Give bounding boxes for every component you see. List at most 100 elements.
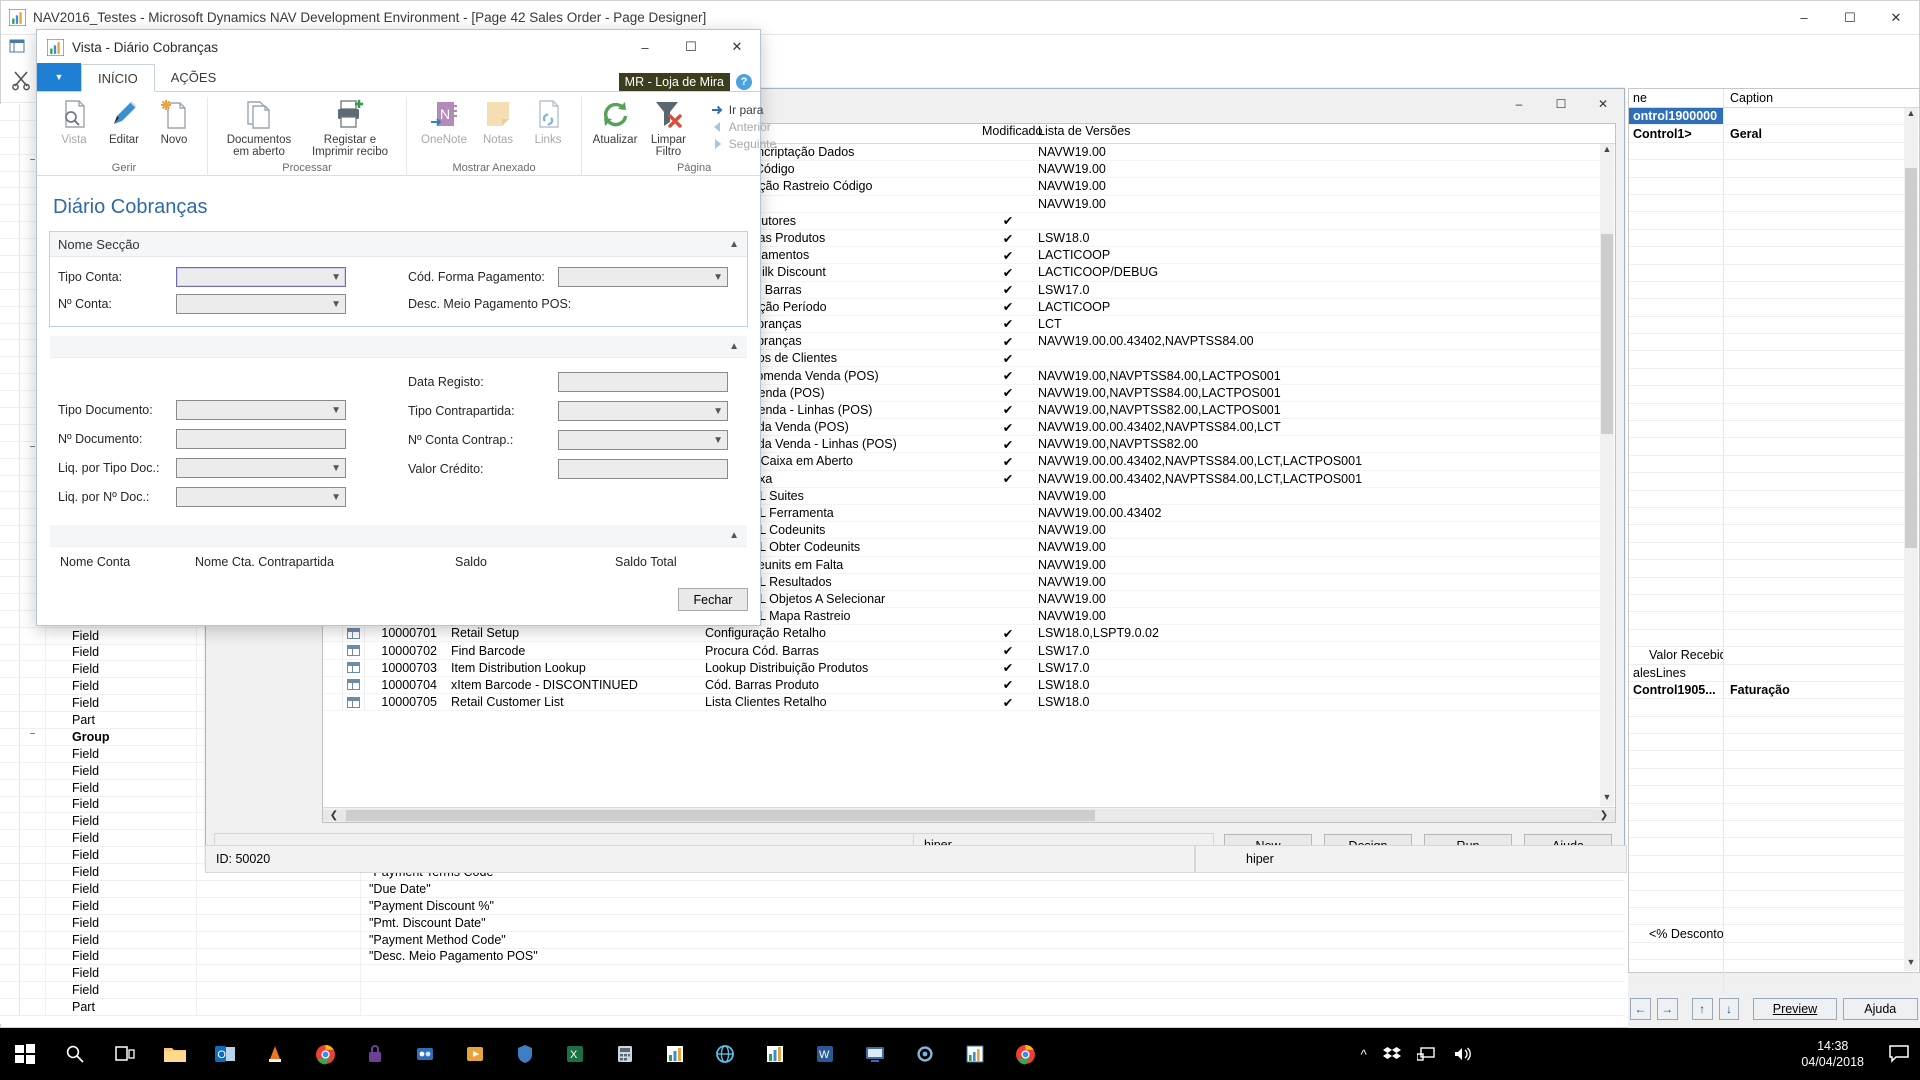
ribbon-button-ir-para[interactable]: Ir para — [711, 103, 776, 117]
property-row[interactable] — [1629, 560, 1919, 578]
object-list-hscrollbar[interactable]: ❮ ❯ — [323, 807, 1615, 822]
settings-icon[interactable] — [900, 1028, 950, 1080]
row-selector[interactable] — [0, 847, 20, 864]
property-row[interactable] — [1629, 334, 1919, 352]
property-row[interactable] — [1629, 160, 1919, 178]
row-selector[interactable] — [0, 154, 20, 171]
property-row[interactable] — [1629, 212, 1919, 230]
table-row[interactable]: 10000702 Find Barcode Procura Cód. Barras ✔… — [323, 642, 1615, 660]
move-left-button[interactable]: ← — [1630, 998, 1651, 1020]
property-row[interactable] — [1629, 786, 1919, 804]
input-no-documento[interactable] — [176, 429, 346, 449]
search-icon[interactable] — [50, 1028, 100, 1080]
property-row[interactable] — [1629, 421, 1919, 439]
chevron-up-icon[interactable]: ▲ — [729, 530, 739, 541]
row-checkbox[interactable] — [323, 694, 343, 711]
row-expander[interactable] — [20, 813, 46, 830]
designer-row[interactable]: Part — [0, 999, 1625, 1017]
property-row[interactable] — [1629, 142, 1919, 161]
property-row[interactable] — [1629, 977, 1919, 995]
designer-row[interactable]: Field "Pmt. Discount Date" — [0, 914, 1625, 932]
property-row[interactable] — [1629, 821, 1919, 839]
hscroll-right-arrow[interactable]: ❯ — [1593, 809, 1615, 821]
property-row[interactable] — [1629, 942, 1919, 961]
row-selector[interactable] — [0, 593, 20, 610]
row-expander[interactable] — [20, 627, 46, 644]
property-row[interactable] — [1629, 768, 1919, 787]
calculator-icon[interactable] — [600, 1028, 650, 1080]
object-list-vscrollbar[interactable]: ▲ ▼ — [1600, 144, 1614, 806]
input-no-conta[interactable]: ▼ — [176, 294, 346, 314]
row-selector[interactable] — [0, 830, 20, 847]
row-selector[interactable] — [0, 424, 20, 441]
dropbox-icon[interactable] — [1382, 1046, 1401, 1062]
property-row[interactable] — [1629, 803, 1919, 822]
designer-row[interactable]: Field "Payment Discount %" — [0, 897, 1625, 915]
input-valor-credito[interactable] — [558, 459, 728, 479]
row-checkbox[interactable] — [323, 642, 343, 659]
volume-icon[interactable] — [1453, 1046, 1473, 1062]
object-designer-maximize-button[interactable]: ☐ — [1540, 89, 1582, 119]
ribbon-button-seguinte[interactable]: Seguinte — [711, 137, 776, 151]
chevron-up-icon[interactable]: ^ — [1361, 1047, 1367, 1062]
property-row[interactable] — [1629, 890, 1919, 908]
remote-icon[interactable] — [850, 1028, 900, 1080]
row-selector[interactable] — [0, 931, 20, 948]
property-row[interactable] — [1629, 177, 1919, 195]
row-selector[interactable] — [0, 306, 20, 323]
teams-icon[interactable] — [400, 1028, 450, 1080]
ribbon-button-limpar-filtro[interactable]: Limpar Filtro — [640, 97, 697, 158]
fasttab-section3-header[interactable]: ▲ — [50, 525, 747, 547]
nav-close-button[interactable]: ✕ — [1873, 1, 1919, 35]
outlook-icon[interactable]: O — [200, 1028, 250, 1080]
row-selector[interactable] — [0, 323, 20, 340]
row-expander[interactable] — [20, 745, 46, 762]
property-row[interactable] — [1629, 194, 1919, 213]
property-row[interactable] — [1629, 247, 1919, 265]
row-expander[interactable] — [20, 762, 46, 779]
property-row[interactable] — [1629, 264, 1919, 282]
input-no-conta-contrap[interactable]: ▼ — [558, 430, 728, 450]
property-row[interactable] — [1629, 229, 1919, 248]
row-selector[interactable] — [0, 374, 20, 391]
vscroll-down-arrow[interactable]: ▼ — [1600, 792, 1614, 806]
input-tipo-documento[interactable]: ▼ — [176, 400, 346, 420]
row-selector[interactable] — [0, 458, 20, 475]
row-selector[interactable] — [0, 289, 20, 306]
property-row[interactable] — [1629, 281, 1919, 300]
properties-scroll-up[interactable]: ▲ — [1904, 108, 1918, 122]
property-row[interactable] — [1629, 751, 1919, 769]
row-selector[interactable] — [0, 222, 20, 239]
row-selector[interactable] — [0, 644, 20, 661]
row-selector[interactable] — [0, 120, 20, 137]
designer-row[interactable]: Field "Due Date" — [0, 880, 1625, 898]
ribbon-button-atualizar[interactable]: Atualizar — [590, 97, 640, 146]
object-designer-close-button[interactable]: ✕ — [1582, 89, 1624, 119]
properties-grid[interactable]: ne Caption ontrol1900000 Control1> Geral Va… — [1628, 88, 1920, 995]
nav-maximize-button[interactable]: ☐ — [1827, 1, 1873, 35]
tab-inicio[interactable]: INÍCIO — [81, 64, 155, 92]
ribbon-button-editar[interactable]: Editar — [99, 97, 149, 146]
row-selector[interactable] — [0, 999, 20, 1016]
row-checkbox[interactable] — [323, 625, 343, 642]
property-row[interactable] — [1629, 403, 1919, 422]
move-right-button[interactable]: → — [1656, 998, 1678, 1020]
tab-acoes[interactable]: AÇÕES — [155, 63, 233, 91]
row-expander[interactable] — [20, 931, 46, 948]
row-selector[interactable] — [0, 965, 20, 982]
chrome-icon[interactable] — [300, 1028, 350, 1080]
cut-scissors-icon[interactable] — [11, 69, 33, 91]
vista-close-button[interactable]: ✕ — [714, 30, 760, 64]
property-row[interactable] — [1629, 368, 1919, 387]
row-selector[interactable] — [0, 779, 20, 796]
word-icon[interactable]: W — [800, 1028, 850, 1080]
property-row[interactable] — [1629, 455, 1919, 474]
property-row[interactable] — [1629, 438, 1919, 456]
row-selector[interactable] — [0, 695, 20, 712]
row-selector[interactable] — [0, 897, 20, 914]
row-expander[interactable] — [20, 796, 46, 813]
row-selector[interactable] — [0, 560, 20, 576]
property-row[interactable] — [1629, 873, 1919, 891]
table-row[interactable]: 10000701 Retail Setup Configuração Retalho… — [323, 625, 1615, 643]
ribbon-button-links[interactable]: Links — [523, 97, 573, 146]
